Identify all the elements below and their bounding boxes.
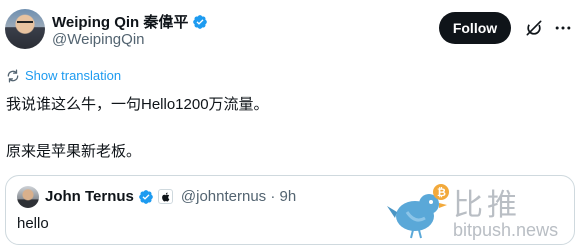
tweet-text-line-2: 原来是苹果新老板。 — [6, 143, 142, 160]
grok-icon[interactable] — [524, 18, 544, 38]
show-translation-label[interactable]: Show translation — [25, 68, 121, 83]
quoted-author-name[interactable]: John Ternus — [45, 188, 134, 205]
follow-button[interactable]: Follow — [439, 12, 511, 44]
show-translation-link[interactable]: Show translation — [6, 68, 121, 83]
author-avatar[interactable] — [5, 9, 45, 49]
quoted-author-avatar[interactable] — [17, 186, 39, 208]
tweet-header: Weiping Qin 秦偉平 @WeipingQin Follow — [0, 8, 581, 52]
quoted-author-row: John Ternus @johnternus · 9h — [45, 188, 296, 205]
watermark-cn-text: 比推 — [453, 188, 521, 223]
quoted-handle-time[interactable]: @johnternus · 9h — [181, 188, 296, 205]
watermark-en-text: bitpush.news — [453, 220, 559, 240]
quoted-tweet-text: hello — [17, 215, 49, 232]
verified-badge-icon — [193, 14, 208, 29]
bitpush-watermark: ₿ 比推 bitpush.news — [381, 178, 581, 248]
svg-text:₿: ₿ — [437, 186, 446, 199]
translate-icon — [7, 69, 19, 82]
author-name-row[interactable]: Weiping Qin 秦偉平 — [52, 11, 208, 32]
author-handle[interactable]: @WeipingQin — [52, 31, 145, 48]
author-display-name[interactable]: Weiping Qin 秦偉平 — [52, 11, 188, 32]
quoted-verified-badge-icon — [139, 189, 153, 204]
more-options-icon[interactable] — [553, 18, 573, 38]
apple-affiliate-badge-icon — [157, 189, 173, 204]
tweet-text-line-1: 我说谁这么牛，一句Hello1200万流量。 — [6, 96, 269, 113]
bitpush-bird-logo-icon: ₿ — [387, 184, 449, 239]
